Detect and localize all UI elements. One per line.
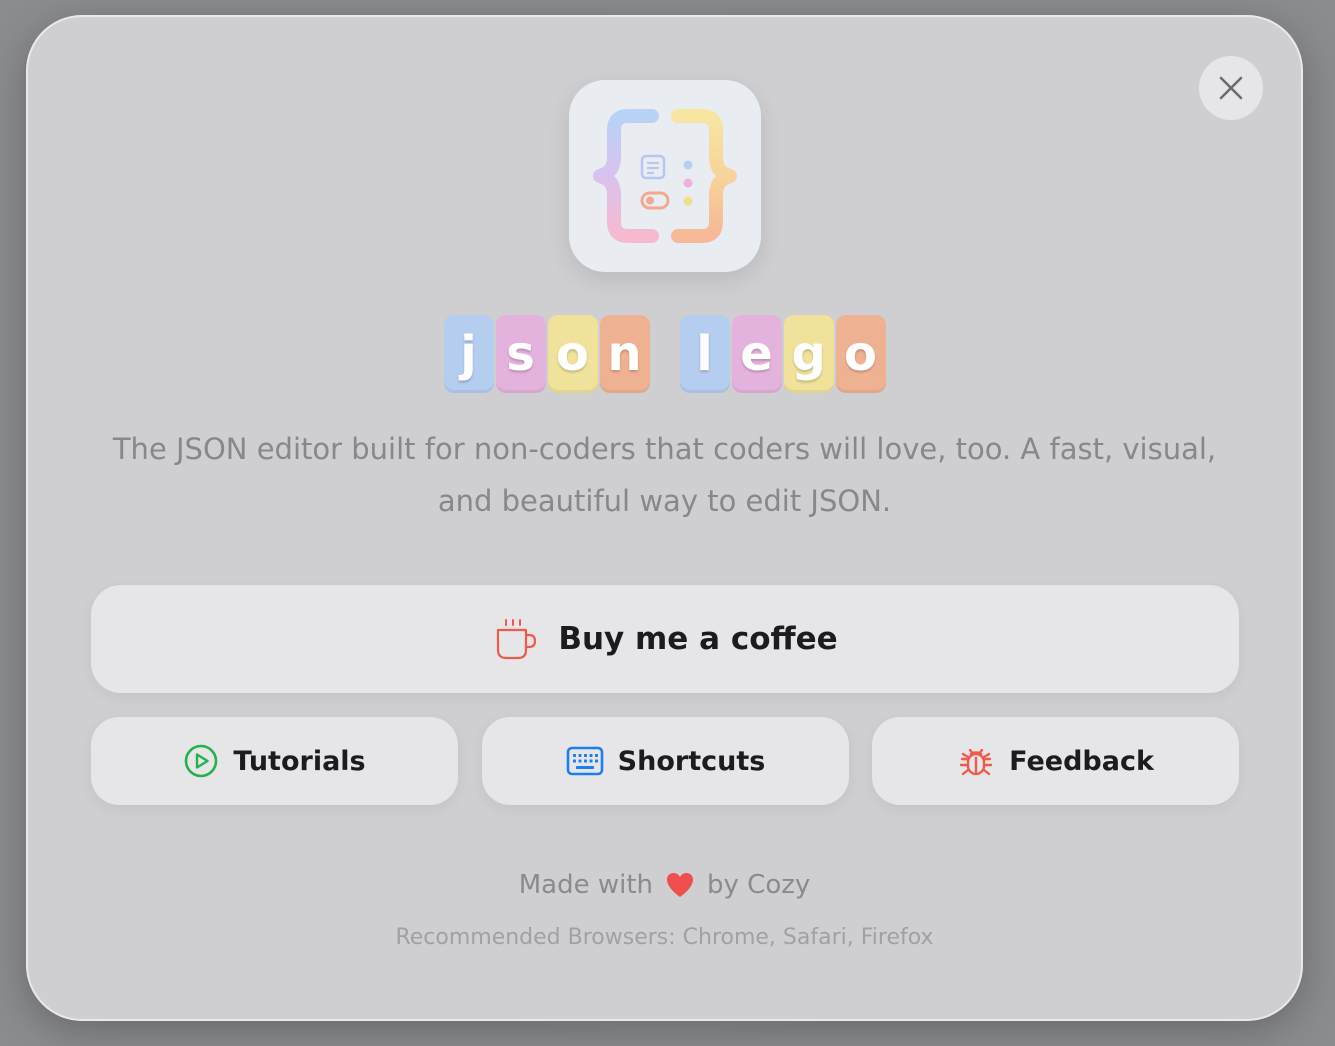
wordmark-tile: o	[835, 315, 886, 393]
app-tagline: The JSON editor built for non-coders tha…	[112, 432, 1217, 518]
app-icon	[569, 80, 761, 272]
close-button[interactable]	[1199, 56, 1263, 120]
shortcuts-label: Shortcuts	[617, 745, 766, 777]
buy-coffee-label: Buy me a coffee	[558, 621, 838, 657]
json-braces-app-icon	[593, 109, 737, 243]
about-dialog: j s o n l e g o The JSON editor built fo…	[26, 15, 1303, 1021]
play-circle-icon	[185, 744, 218, 778]
tutorials-button[interactable]: Tutorials	[91, 717, 458, 805]
coffee-cup-icon	[497, 619, 537, 660]
feedback-button[interactable]: Feedback	[872, 717, 1239, 805]
close-icon	[1219, 76, 1243, 100]
wordmark-tile: j	[443, 315, 494, 393]
wordmark-spacer	[652, 315, 678, 393]
made-with-credit: Made with by Cozy	[26, 870, 1303, 900]
made-with-prefix: Made with	[518, 870, 654, 900]
wordmark-tile: n	[599, 315, 650, 393]
shortcuts-button[interactable]: Shortcuts	[482, 717, 849, 805]
wordmark-tile: o	[547, 315, 598, 393]
wordmark-tile: g	[783, 315, 834, 393]
tutorials-label: Tutorials	[233, 745, 366, 777]
app-wordmark: j s o n l e g o	[26, 315, 1303, 393]
buy-coffee-button[interactable]: Buy me a coffee	[91, 585, 1239, 693]
bug-icon	[959, 748, 993, 776]
wordmark-tile: e	[731, 315, 782, 393]
wordmark-tile: l	[679, 315, 730, 393]
keyboard-icon	[566, 746, 603, 776]
heart-icon	[667, 873, 694, 897]
recommended-browsers-note: Recommended Browsers: Chrome, Safari, Fi…	[395, 925, 934, 950]
made-with-suffix: by Cozy	[707, 870, 811, 900]
wordmark-tile: s	[495, 315, 546, 393]
feedback-label: Feedback	[1009, 745, 1154, 777]
